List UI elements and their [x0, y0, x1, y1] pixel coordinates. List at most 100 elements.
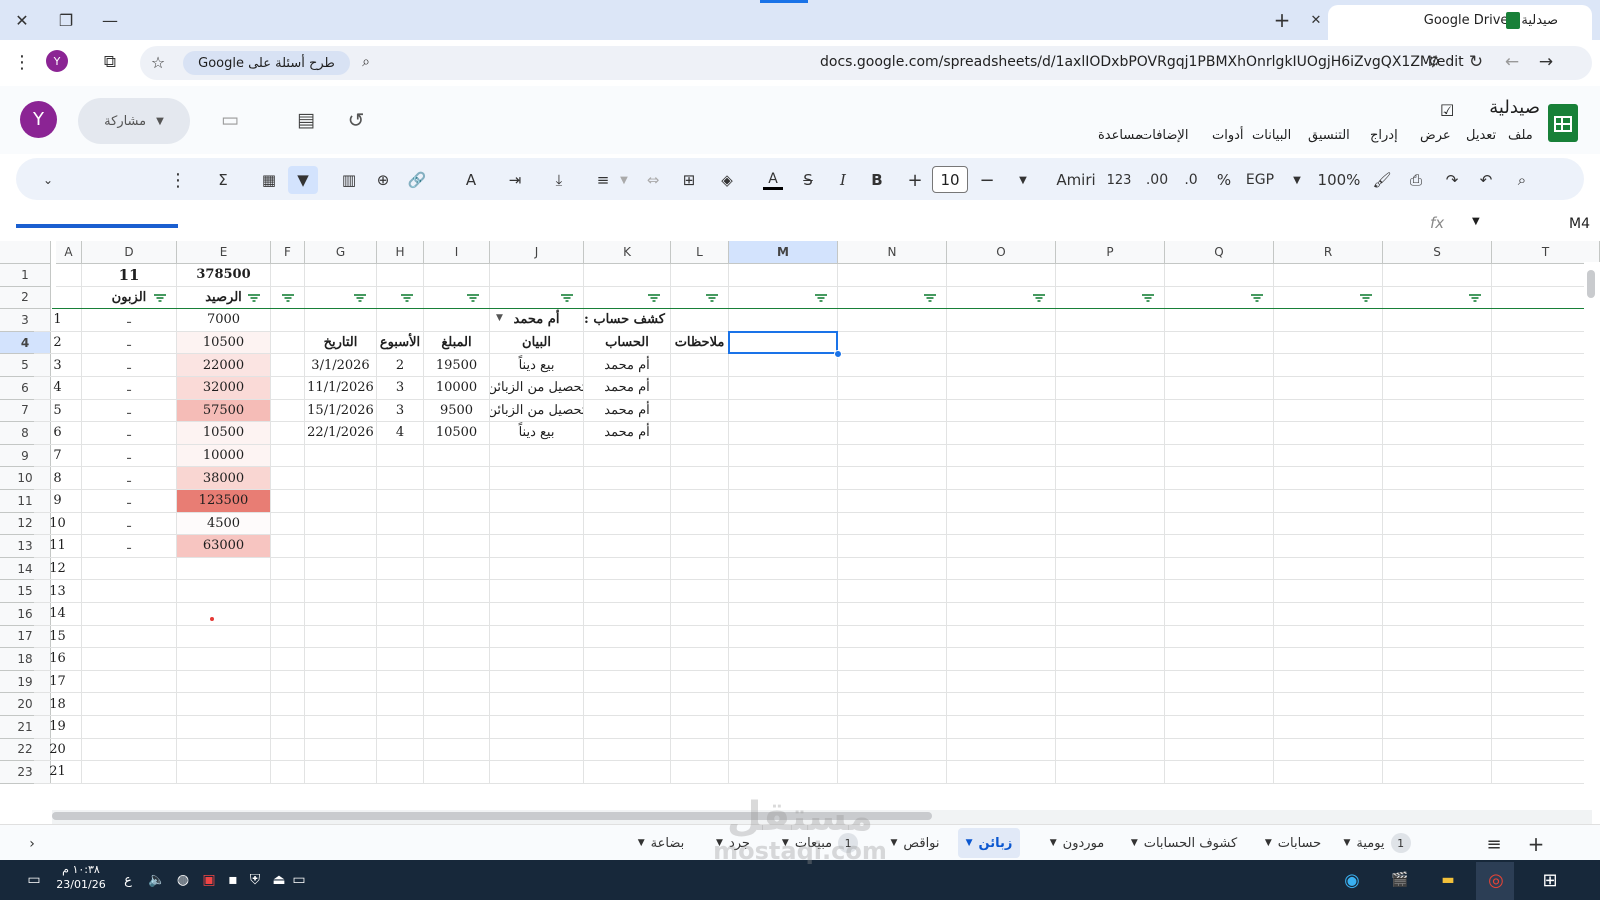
- filter-toggle-icon[interactable]: [247, 293, 261, 302]
- cell[interactable]: [271, 693, 305, 716]
- cell[interactable]: [584, 264, 671, 287]
- cell[interactable]: [729, 557, 838, 581]
- cell[interactable]: [490, 264, 584, 287]
- cell[interactable]: [1383, 399, 1492, 423]
- cell[interactable]: [1056, 693, 1165, 716]
- cell[interactable]: [1383, 557, 1492, 581]
- select-all-corner[interactable]: [0, 241, 51, 264]
- cell[interactable]: [82, 580, 177, 603]
- cell[interactable]: [838, 738, 947, 762]
- cell[interactable]: [424, 557, 490, 581]
- cell[interactable]: [671, 580, 729, 603]
- balance-total-cell[interactable]: 378500: [177, 264, 271, 287]
- cell[interactable]: [947, 716, 1056, 739]
- cell[interactable]: [424, 490, 490, 513]
- sheet-tab[interactable]: نواقص ▼: [886, 828, 944, 858]
- cell[interactable]: [671, 512, 729, 536]
- cell[interactable]: [305, 535, 377, 558]
- cell[interactable]: [729, 354, 838, 377]
- cell[interactable]: [177, 557, 271, 581]
- balance-cell[interactable]: 10500: [177, 331, 271, 355]
- font-size-input[interactable]: 10: [932, 166, 968, 193]
- cell[interactable]: [377, 738, 424, 762]
- cell[interactable]: [1383, 761, 1492, 784]
- bold-button[interactable]: B: [866, 168, 888, 192]
- cell[interactable]: [1056, 422, 1165, 445]
- cell[interactable]: [584, 648, 671, 671]
- index-cell[interactable]: 2: [34, 331, 82, 355]
- customer-cell[interactable]: ـ: [82, 490, 177, 513]
- cell[interactable]: [838, 693, 947, 716]
- user-avatar[interactable]: Y: [20, 101, 57, 138]
- menu-help[interactable]: مساعدة: [1098, 128, 1142, 143]
- cell[interactable]: [490, 580, 584, 603]
- cell[interactable]: [671, 309, 729, 332]
- cell[interactable]: [377, 625, 424, 649]
- share-button[interactable]: مشاركة ▼: [78, 98, 190, 144]
- version-history-icon[interactable]: ↺: [340, 104, 372, 136]
- cell[interactable]: [82, 557, 177, 581]
- name-box-chevron-icon[interactable]: ▼: [1472, 216, 1480, 227]
- date-cell[interactable]: 15/1/2026: [305, 399, 377, 423]
- cell[interactable]: [490, 738, 584, 762]
- cell[interactable]: [1056, 309, 1165, 332]
- cell[interactable]: [271, 738, 305, 762]
- cell[interactable]: [1383, 512, 1492, 536]
- taskbar-clock[interactable]: ١٠:٣٨ م 23/01/26: [48, 862, 114, 892]
- strikethrough-icon[interactable]: S: [796, 168, 820, 192]
- cell[interactable]: [82, 670, 177, 694]
- cell[interactable]: [671, 444, 729, 468]
- currency-format-button[interactable]: EGP: [1240, 168, 1280, 192]
- column-header-o[interactable]: O: [947, 241, 1056, 264]
- sheet-tab[interactable]: 1 مبيعات ▼: [778, 828, 862, 858]
- sheet-tab[interactable]: موردون ▼: [1040, 828, 1114, 858]
- filter-toggle-icon[interactable]: [1359, 293, 1373, 302]
- cell[interactable]: [671, 670, 729, 694]
- cell[interactable]: [1165, 264, 1274, 287]
- browser-menu-icon[interactable]: ⋮: [6, 46, 38, 78]
- fill-color-icon[interactable]: ◈: [714, 168, 740, 192]
- cell[interactable]: [1274, 738, 1383, 762]
- cell[interactable]: [490, 535, 584, 558]
- cell[interactable]: [947, 580, 1056, 603]
- sheet-tab-chevron-icon[interactable]: ▼: [1265, 838, 1272, 848]
- cell[interactable]: [82, 648, 177, 671]
- customer-cell[interactable]: ـ: [82, 444, 177, 468]
- zoom-chevron-icon[interactable]: ▼: [1288, 168, 1306, 192]
- filter-toggle-icon[interactable]: [353, 293, 367, 302]
- cell[interactable]: [377, 670, 424, 694]
- cell[interactable]: [82, 738, 177, 762]
- reload-icon[interactable]: ↻: [1460, 46, 1492, 78]
- cell[interactable]: [490, 648, 584, 671]
- cell[interactable]: [584, 512, 671, 536]
- cell[interactable]: [377, 603, 424, 626]
- balance-cell[interactable]: 38000: [177, 467, 271, 490]
- cell[interactable]: [424, 512, 490, 536]
- minimize-window-icon[interactable]: —: [94, 4, 126, 36]
- cell[interactable]: [177, 580, 271, 603]
- cell[interactable]: [305, 648, 377, 671]
- cell[interactable]: [671, 467, 729, 490]
- filter-views-icon[interactable]: ▦: [256, 168, 282, 192]
- cell[interactable]: [424, 444, 490, 468]
- column-header-r[interactable]: R: [1274, 241, 1383, 264]
- balance-cell[interactable]: 10500: [177, 422, 271, 445]
- increase-decimal-button[interactable]: .00: [1142, 168, 1172, 192]
- insert-chart-icon[interactable]: ▥: [336, 168, 362, 192]
- cell[interactable]: [271, 670, 305, 694]
- header-description-cell[interactable]: البيان: [490, 331, 584, 355]
- cell[interactable]: [584, 603, 671, 626]
- cell[interactable]: [1165, 444, 1274, 468]
- cell[interactable]: [729, 309, 838, 332]
- cell[interactable]: [838, 648, 947, 671]
- cell[interactable]: [1274, 354, 1383, 377]
- url-text[interactable]: docs.google.com/spreadsheets/d/1axlIODxb…: [820, 54, 1464, 70]
- cell[interactable]: [1165, 716, 1274, 739]
- functions-icon[interactable]: Σ: [210, 168, 236, 192]
- cell[interactable]: [377, 693, 424, 716]
- cell[interactable]: [377, 580, 424, 603]
- week-cell[interactable]: 2: [377, 354, 424, 377]
- vertical-scrollbar[interactable]: [1584, 262, 1600, 802]
- cell[interactable]: [1383, 377, 1492, 400]
- cell[interactable]: [490, 670, 584, 694]
